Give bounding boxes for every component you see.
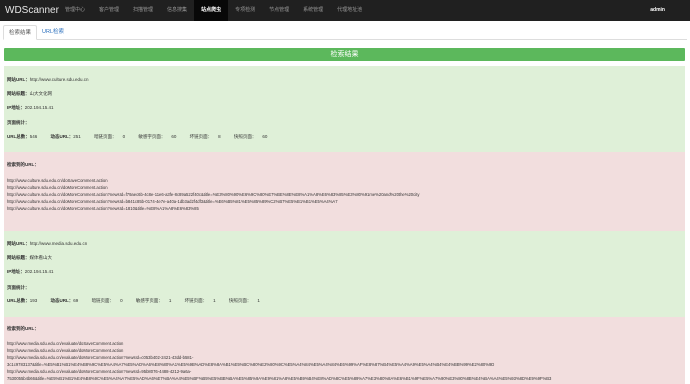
- brand-logo[interactable]: WDScanner: [0, 5, 59, 16]
- page-stats-row: URL总数：546 动态URL：251 暗链页面： 0 敏感字页面： 60 坏链页面…: [7, 134, 279, 140]
- stat-snapshot-page-label: 快照页面：: [233, 134, 257, 139]
- user-menu[interactable]: admin: [650, 0, 665, 21]
- page-stats-title: 页面统计：: [7, 120, 30, 125]
- ip-row: IP地址：202.194.15.41: [7, 269, 54, 275]
- site-url-label: 网站URL：: [7, 77, 30, 82]
- tab-search-results[interactable]: 检索结果: [3, 25, 38, 40]
- stat-bad-link-page: 坏链页面： 8: [190, 134, 227, 139]
- ip-label: IP地址：: [7, 105, 25, 110]
- top-navbar: WDScanner 管理中心 客户管理 扫描管理 信息搜集 站点爬虫 专项检测 …: [0, 0, 690, 21]
- stat-url-total-value: 193: [29, 298, 38, 303]
- stat-url-total-label: URL总数：: [7, 298, 30, 303]
- nav-item-scan[interactable]: 扫描管理: [126, 0, 160, 21]
- nav-item-info-collect[interactable]: 信息搜集: [160, 0, 194, 21]
- stat-sensitive-page-label: 敏感字页面：: [135, 298, 163, 303]
- detected-url-link[interactable]: 7530055b4b66&title=%E5%B1%B1%E4%B8%9C%E5…: [7, 376, 551, 381]
- ip-value: 202.194.15.41: [24, 269, 54, 274]
- nav-item-special-detect[interactable]: 专项检测: [228, 0, 262, 21]
- site-url-row: 网站URL：http://www.media.sdu.edu.cn: [7, 241, 87, 247]
- stat-dark-page: 暗链页面： 0: [94, 134, 131, 139]
- page-stats-label: 页面统计：: [7, 285, 30, 291]
- stat-snapshot-page-label: 快照页面：: [228, 298, 252, 303]
- stat-bad-link-page-value: 8: [218, 134, 221, 139]
- page-stats-title: 页面统计：: [7, 285, 30, 290]
- site-info-panel: 网站URL：http://www.culture.sdu.edu.cn 网站标题…: [4, 66, 685, 152]
- detected-url-link[interactable]: http://www.media.sdu.edu.cn/evaluate/doM…: [7, 348, 123, 353]
- nav-item-node[interactable]: 节点管理: [262, 0, 296, 21]
- page-stats-row: URL总数：193 动态URL：69 暗链页面： 0 敏感字页面： 1 坏链页面： 1…: [7, 298, 272, 304]
- site-url-row: 网站URL：http://www.culture.sdu.edu.cn: [7, 77, 89, 83]
- ip-row: IP地址：202.194.15.41: [7, 105, 54, 111]
- nav-item-system[interactable]: 系统管理: [296, 0, 330, 21]
- stat-dynamic-url-label: 动态URL：: [50, 134, 74, 139]
- site-title-value: 山大文化网: [29, 91, 53, 96]
- detected-urls-panel: 检索到的URL： http://www.culture.sdu.edu.cn/d…: [4, 152, 685, 231]
- stat-dark-page: 暗链页面： 0: [92, 298, 129, 303]
- stat-dark-page-label: 暗链页面：: [91, 298, 115, 303]
- stat-sensitive-page: 敏感字页面： 60: [138, 134, 182, 139]
- site-title-label: 网站标题：: [7, 91, 30, 96]
- ip-value: 202.194.15.41: [24, 105, 54, 110]
- stat-sensitive-page-label: 敏感字页面：: [138, 134, 166, 139]
- detected-url-link[interactable]: http://www.culture.sdu.edu.cn/doMoreComm…: [7, 185, 108, 190]
- stat-url-total-label: URL总数：: [7, 134, 30, 139]
- stat-dynamic-url: 动态URL：69: [51, 298, 85, 303]
- tab-url-search[interactable]: URL检索: [37, 25, 69, 39]
- detected-urls-title: 检索到的URL：: [7, 162, 39, 167]
- stat-bad-link-page-value: 1: [213, 298, 216, 303]
- site-title-row: 网站标题：山大文化网: [7, 91, 52, 97]
- stat-dark-page-label: 暗链页面：: [94, 134, 117, 139]
- site-url-label: 网站URL：: [7, 241, 30, 246]
- site-title-label: 网站标题：: [7, 255, 30, 260]
- tab-bar: 检索结果 URL检索: [3, 25, 687, 40]
- stat-dark-page-value: 0: [122, 134, 126, 139]
- ip-label: IP地址：: [7, 269, 25, 274]
- stat-dynamic-url-label: 动态URL：: [50, 298, 74, 303]
- stat-dynamic-url: 动态URL：251: [51, 134, 87, 139]
- stat-url-total-value: 546: [29, 134, 38, 139]
- stat-bad-link-page-label: 坏链页面：: [184, 298, 208, 303]
- site-url-value: http://www.culture.sdu.edu.cn: [29, 77, 89, 82]
- stat-sensitive-page: 敏感字页面： 1: [136, 298, 178, 303]
- nav-item-site-crawler[interactable]: 站点爬虫: [194, 0, 229, 21]
- result-title-bar: 检索结果: [4, 48, 685, 61]
- nav-item-customer[interactable]: 客户管理: [92, 0, 126, 21]
- nav-item-proxy-pool[interactable]: 代理地址池: [330, 0, 369, 21]
- detected-url-link[interactable]: http://www.culture.sdu.edu.cn/doSaveComm…: [7, 178, 108, 183]
- stat-snapshot-page: 快照页面： 1: [229, 298, 266, 303]
- site-title-row: 网站标题：媒体看山大: [7, 255, 52, 261]
- detected-urls-title: 检索到的URL：: [7, 326, 39, 331]
- nav-item-admin-center[interactable]: 管理中心: [58, 0, 92, 21]
- stat-sensitive-page-value: 60: [171, 134, 177, 139]
- stat-snapshot-page: 快照页面： 60: [234, 134, 274, 139]
- stat-url-total: URL总数：193: [7, 298, 43, 303]
- page-stats-label: 页面统计：: [7, 120, 30, 126]
- stat-bad-link-page: 坏链页面： 1: [185, 298, 222, 303]
- stat-snapshot-page-value: 60: [262, 134, 268, 139]
- stat-bad-link-page-label: 坏链页面：: [189, 134, 213, 139]
- detected-url-link[interactable]: 3c1c9783137&title=%E5%B1%B1%E4%B8%9C%E5%…: [7, 362, 494, 367]
- detected-url-link[interactable]: http://www.culture.sdu.edu.cn/doMoreComm…: [7, 199, 338, 204]
- detected-url-link[interactable]: http://www.media.sdu.edu.cn/evaluate/doM…: [7, 369, 191, 374]
- stat-sensitive-page-value: 1: [168, 298, 172, 303]
- stat-dynamic-url-value: 69: [73, 298, 79, 303]
- detected-url-link[interactable]: http://www.culture.sdu.edu.cn/doMoreComm…: [7, 192, 419, 197]
- stat-dark-page-value: 0: [120, 298, 123, 303]
- detected-url-link[interactable]: http://www.media.sdu.edu.cn/evaluate/doS…: [7, 341, 123, 346]
- detected-url-link[interactable]: http://www.media.sdu.edu.cn/evaluate/doM…: [7, 355, 193, 360]
- detected-url-link[interactable]: http://www.culture.sdu.edu.cn/doMoreComm…: [7, 206, 199, 211]
- detected-urls-panel: 检索到的URL： http://www.media.sdu.edu.cn/eva…: [4, 317, 685, 384]
- stat-dynamic-url-value: 251: [73, 134, 81, 139]
- stat-url-total: URL总数：546: [7, 134, 43, 139]
- site-url-value: http://www.media.sdu.edu.cn: [29, 241, 88, 246]
- site-info-panel: 网站URL：http://www.media.sdu.edu.cn 网站标题：媒…: [4, 231, 685, 317]
- stat-snapshot-page-value: 1: [257, 298, 260, 303]
- site-title-value: 媒体看山大: [29, 255, 53, 260]
